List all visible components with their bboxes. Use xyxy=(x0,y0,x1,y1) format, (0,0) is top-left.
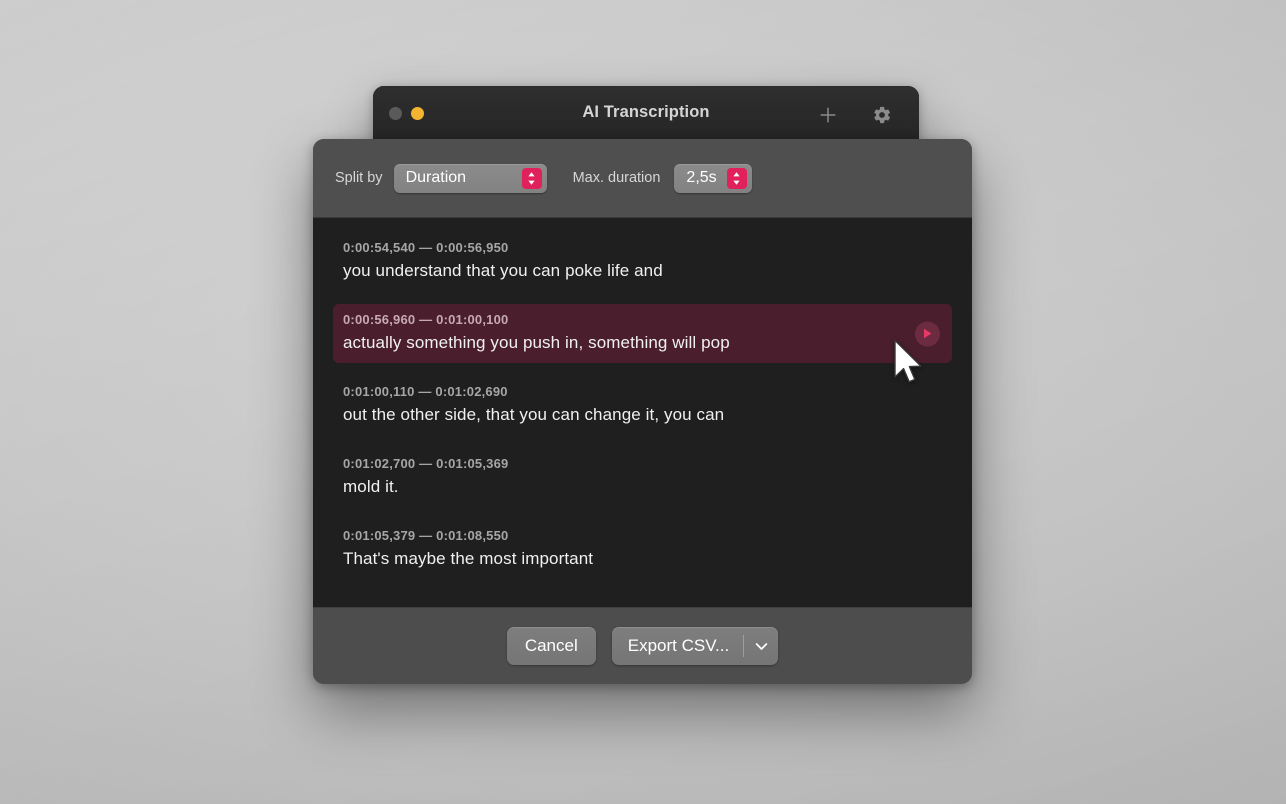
settings-gear-icon[interactable] xyxy=(869,102,895,128)
transcription-segment-list[interactable]: 0:00:54,540 — 0:00:56,950 you understand… xyxy=(313,218,972,607)
segment-timecode: 0:00:54,540 — 0:00:56,950 xyxy=(343,240,509,255)
max-duration-label: Max. duration xyxy=(572,170,661,186)
cancel-button[interactable]: Cancel xyxy=(506,627,596,665)
play-segment-button[interactable] xyxy=(915,321,940,346)
split-by-select[interactable]: Duration xyxy=(393,163,547,193)
chevron-down-icon[interactable] xyxy=(744,627,778,665)
max-duration-stepper[interactable]: 2,5s xyxy=(674,163,752,193)
segment-text: out the other side, that you can change … xyxy=(343,405,725,424)
list-item[interactable]: 0:01:02,700 — 0:01:05,369 mold it. xyxy=(333,448,952,507)
segment-text: That's maybe the most important xyxy=(343,549,594,568)
split-by-label: Split by xyxy=(335,170,383,186)
sheet-toolbar: Split by Duration Max. duration 2,5s xyxy=(313,139,972,218)
list-item[interactable]: 0:01:00,110 — 0:01:02,690 out the other … xyxy=(333,376,952,435)
segment-timecode: 0:00:56,960 — 0:01:00,100 xyxy=(343,312,509,327)
segment-timecode: 0:01:00,110 — 0:01:02,690 xyxy=(343,384,508,399)
sheet-footer: Cancel Export CSV... xyxy=(313,607,972,684)
stepper-updown-icon[interactable] xyxy=(521,167,542,189)
split-by-value: Duration xyxy=(405,169,467,186)
export-csv-button[interactable]: Export CSV... xyxy=(612,627,743,665)
segment-text: actually something you push in, somethin… xyxy=(343,333,730,352)
segment-text: you understand that you can poke life an… xyxy=(343,261,663,280)
add-icon[interactable] xyxy=(815,102,841,128)
segment-text: mold it. xyxy=(343,477,399,496)
export-sheet-dialog: Split by Duration Max. duration 2,5s 0:0… xyxy=(313,139,972,684)
segment-timecode: 0:01:05,379 — 0:01:08,550 xyxy=(343,528,509,543)
list-item[interactable]: 0:00:54,540 — 0:00:56,950 you understand… xyxy=(333,232,952,291)
segment-timecode: 0:01:02,700 — 0:01:05,369 xyxy=(343,456,509,471)
stepper-updown-icon[interactable] xyxy=(726,167,747,189)
list-item[interactable]: 0:01:05,379 — 0:01:08,550 That's maybe t… xyxy=(333,520,952,579)
export-csv-split-button[interactable]: Export CSV... xyxy=(611,627,779,665)
list-item[interactable]: 0:00:56,960 — 0:01:00,100 actually somet… xyxy=(333,304,952,363)
window-titlebar[interactable]: AI Transcription xyxy=(373,86,919,142)
max-duration-value: 2,5s xyxy=(686,169,717,186)
app-window: AI Transcription xyxy=(373,86,919,142)
